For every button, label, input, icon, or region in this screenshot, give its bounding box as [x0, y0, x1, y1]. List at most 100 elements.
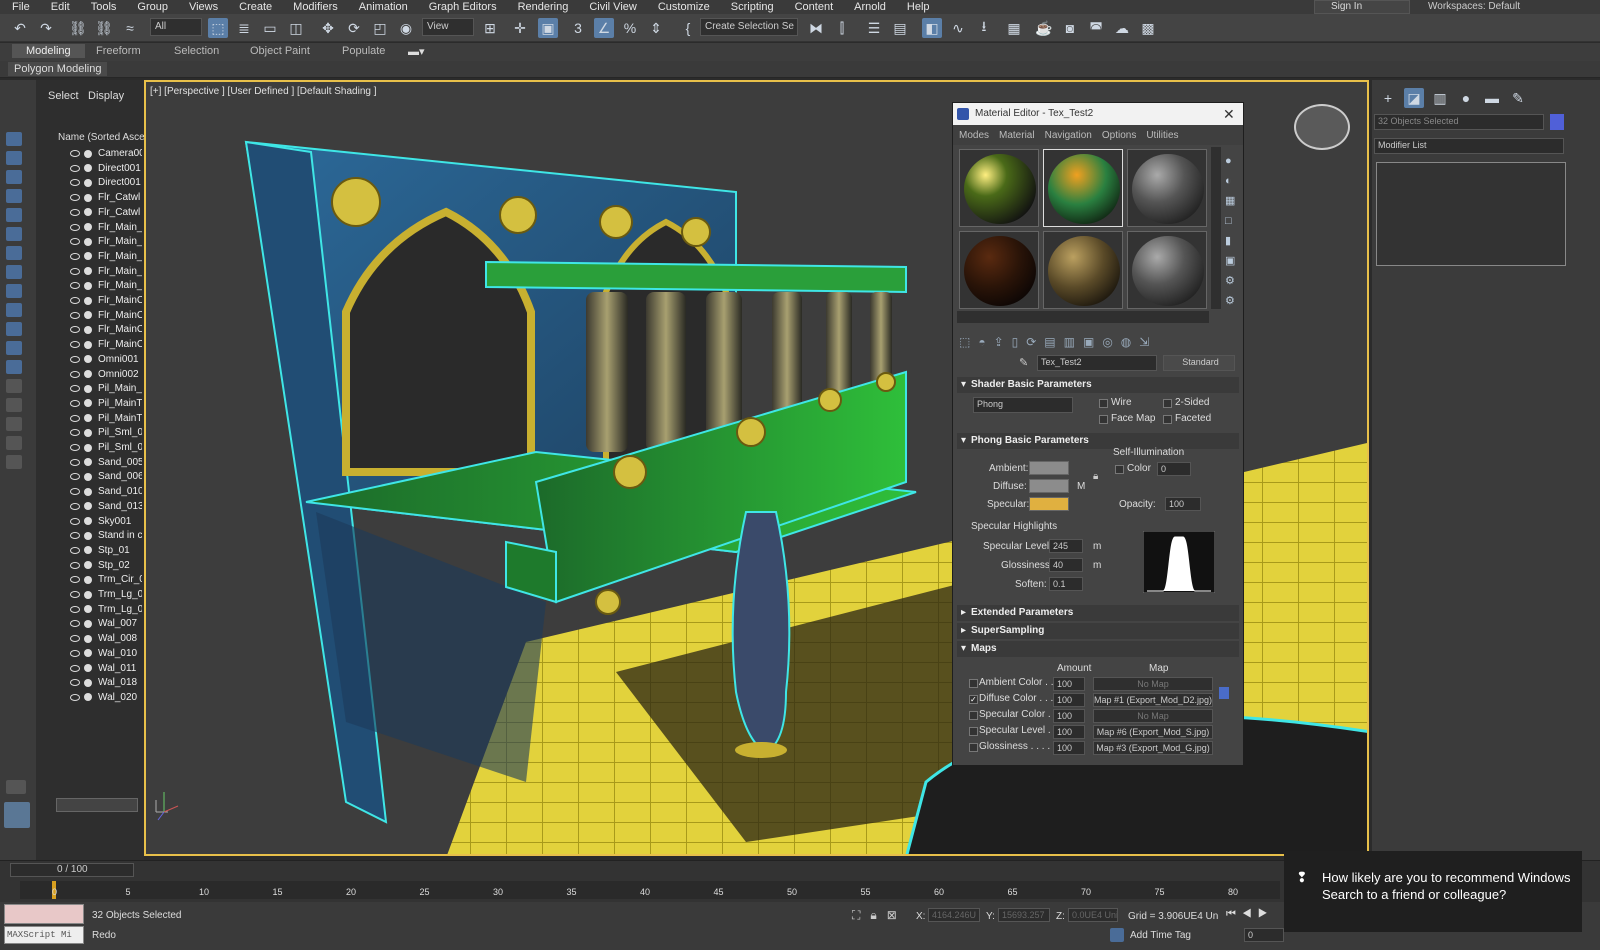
eye-icon[interactable]: [70, 370, 80, 378]
menu-graph-editors[interactable]: Graph Editors: [417, 1, 506, 13]
list-item[interactable]: Wal_011: [36, 661, 144, 676]
pivot-icon[interactable]: ⊞: [480, 18, 500, 38]
ambient-color-swatch[interactable]: [1029, 461, 1069, 475]
filter-xrefs-icon[interactable]: [6, 303, 22, 317]
list-item[interactable]: Sand_006: [36, 469, 144, 484]
eye-icon[interactable]: [70, 620, 80, 628]
list-item[interactable]: Wal_010: [36, 646, 144, 661]
current-frame-field[interactable]: 0: [1244, 928, 1284, 942]
ribbon-options-icon[interactable]: ▬▾: [408, 45, 425, 58]
eye-icon[interactable]: [70, 561, 80, 569]
two-sided-checkbox[interactable]: [1163, 399, 1172, 408]
shader-type-dropdown[interactable]: Phong: [973, 397, 1073, 413]
object-color-swatch[interactable]: [1550, 114, 1564, 130]
filter-bones-icon[interactable]: [6, 322, 22, 336]
window-crossing-icon[interactable]: ◫: [286, 18, 306, 38]
rect-selection-icon[interactable]: ▭: [260, 18, 280, 38]
bind-space-warp-icon[interactable]: ≈: [120, 18, 140, 38]
isolate-lock-icons[interactable]: ⛶🔒︎⊠: [852, 908, 907, 923]
lock-icon[interactable]: 🔒︎: [1093, 471, 1098, 482]
opacity-spinner[interactable]: 100: [1165, 497, 1201, 511]
self-illum-spinner[interactable]: 0: [1157, 462, 1191, 476]
menu-tools[interactable]: Tools: [79, 1, 126, 13]
menu-create[interactable]: Create: [227, 1, 281, 13]
tab-selection[interactable]: Selection: [174, 45, 219, 57]
list-item[interactable]: Flr_MainC: [36, 308, 144, 323]
list-item[interactable]: Flr_Catwl: [36, 205, 144, 220]
map-button[interactable]: No Map: [1093, 709, 1213, 723]
display-all-icon[interactable]: [6, 151, 22, 165]
list-item[interactable]: Wal_020: [36, 690, 144, 705]
explorer-column-header[interactable]: Name (Sorted Ascen: [58, 132, 144, 143]
eye-icon[interactable]: [70, 341, 80, 349]
selection-filter-dropdown[interactable]: All: [150, 18, 202, 36]
display-none-icon[interactable]: [6, 132, 22, 146]
menu-scripting[interactable]: Scripting: [719, 1, 783, 13]
eye-icon[interactable]: [70, 444, 80, 451]
eye-icon[interactable]: [70, 238, 80, 246]
named-selection-dropdown[interactable]: Create Selection Se: [700, 18, 798, 36]
list-item[interactable]: Pil_Sml_0: [36, 440, 144, 455]
material-slot-1[interactable]: [959, 149, 1039, 227]
tab-modeling[interactable]: Modeling: [12, 44, 85, 58]
eye-icon[interactable]: [70, 150, 80, 157]
list-item[interactable]: Flr_Main_: [36, 220, 144, 235]
list-item[interactable]: Sky001: [36, 514, 144, 529]
snaps-toggle-icon[interactable]: 3: [568, 18, 588, 38]
eye-icon[interactable]: [70, 502, 80, 510]
viewport-label[interactable]: [+] [Perspective ] [User Defined ] [Defa…: [150, 86, 377, 97]
eye-icon[interactable]: [70, 693, 80, 701]
eye-icon[interactable]: [70, 517, 80, 525]
a360-gallery-icon[interactable]: ▩: [1138, 18, 1158, 38]
list-item[interactable]: Flr_Main_: [36, 249, 144, 264]
unlink-icon[interactable]: ⛓: [94, 18, 114, 38]
sign-in-dropdown[interactable]: Sign In: [1314, 0, 1410, 14]
menu-file[interactable]: File: [0, 1, 39, 13]
map-button[interactable]: No Map: [1093, 677, 1213, 691]
filter-cameras-icon[interactable]: [6, 227, 22, 241]
eye-icon[interactable]: [70, 399, 80, 407]
glossiness-spinner[interactable]: 40: [1049, 558, 1083, 572]
maxscript-mini-listener[interactable]: MAXScript Mi: [4, 926, 84, 944]
keyboard-shortcut-icon[interactable]: ▣: [538, 18, 558, 38]
map-button[interactable]: Map #1 (Export_Mod_D2.jpg): [1093, 693, 1213, 707]
extended-parameters-rollout[interactable]: Extended Parameters: [957, 605, 1239, 621]
motion-tab-icon[interactable]: ●: [1456, 88, 1476, 108]
add-time-tag-button[interactable]: Add Time Tag: [1130, 930, 1191, 941]
render-iterative-icon[interactable]: ◚: [1086, 18, 1106, 38]
list-item[interactable]: Trm_Lg_0: [36, 602, 144, 617]
polygon-modeling-panel[interactable]: Polygon Modeling: [8, 62, 108, 76]
material-slot-5[interactable]: [1043, 231, 1123, 309]
list-item[interactable]: Sand_010: [36, 484, 144, 499]
workspace-selector[interactable]: Workspaces: Default: [1428, 1, 1520, 12]
rotate-icon[interactable]: ⟳: [344, 18, 364, 38]
curve-editor-icon[interactable]: ◧: [922, 18, 942, 38]
filter-shapes-icon[interactable]: [6, 189, 22, 203]
funnel-icon[interactable]: [6, 455, 22, 469]
diffuse-map-button[interactable]: M: [1077, 481, 1085, 492]
tab-freeform[interactable]: Freeform: [96, 45, 141, 57]
reference-coord-dropdown[interactable]: View: [422, 18, 474, 36]
specular-level-spinner[interactable]: 245: [1049, 539, 1083, 553]
render-setup-icon[interactable]: ▦: [1004, 18, 1024, 38]
y-coord-field[interactable]: 15693.257: [998, 908, 1050, 922]
layer-explorer-icon[interactable]: ☰: [864, 18, 884, 38]
filter-containers-icon[interactable]: [6, 341, 22, 355]
render-cloud-icon[interactable]: ☁: [1112, 18, 1132, 38]
map-enable-checkbox[interactable]: ✓: [969, 695, 978, 704]
eye-icon[interactable]: [70, 194, 80, 202]
maps-link-icon[interactable]: [1219, 687, 1229, 699]
filter-lights-icon[interactable]: [6, 208, 22, 222]
manipulate-icon[interactable]: ✛: [510, 18, 530, 38]
self-illum-color-checkbox[interactable]: [1115, 465, 1124, 474]
list-item[interactable]: Omni002: [36, 367, 144, 382]
list-item[interactable]: Flr_MainC: [36, 322, 144, 337]
list-item[interactable]: Sand_005: [36, 455, 144, 470]
track-bar[interactable]: 0 5 10 15 20 25 30 35 40 45 50 55 60 65 70 75 80: [20, 881, 1280, 899]
material-slot-3[interactable]: [1127, 149, 1207, 227]
material-slot-4[interactable]: [959, 231, 1039, 309]
move-icon[interactable]: ✥: [318, 18, 338, 38]
eye-icon[interactable]: [70, 473, 80, 481]
link-icon[interactable]: ⛓: [68, 18, 88, 38]
align-icon[interactable]: ⫿: [832, 18, 852, 38]
